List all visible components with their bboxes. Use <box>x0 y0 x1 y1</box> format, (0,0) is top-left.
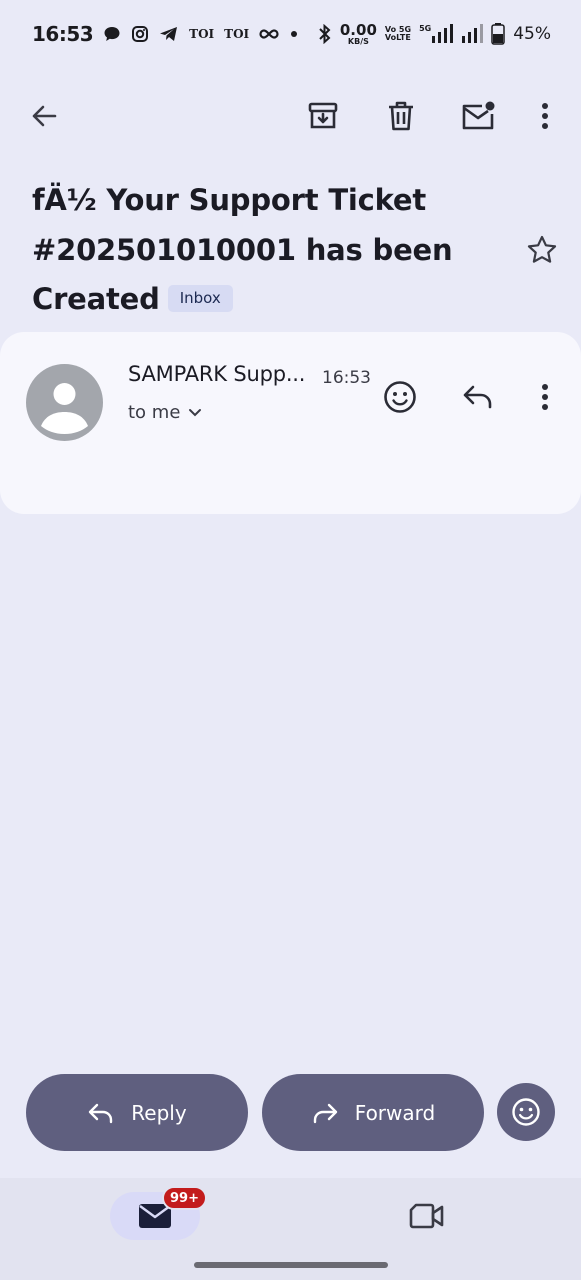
toi-icon: TOI <box>189 27 215 41</box>
star-button[interactable] <box>518 226 566 274</box>
battery-percent: 45% <box>513 24 551 44</box>
signal-5g-icon: 5G <box>419 24 454 44</box>
forward-icon <box>313 1103 337 1123</box>
mark-unread-button[interactable] <box>454 92 502 140</box>
email-toolbar <box>0 84 581 148</box>
star-icon <box>527 235 557 263</box>
nav-meet-tab[interactable] <box>400 1192 454 1240</box>
back-arrow-icon <box>32 105 57 127</box>
smiley-icon <box>512 1098 540 1126</box>
reply-icon <box>463 385 492 409</box>
emoji-reaction-button[interactable] <box>497 1083 555 1141</box>
mark-unread-icon <box>462 101 495 130</box>
subject-text: fÄ½ Your Support Ticket #202501010001 ha… <box>32 183 453 316</box>
more-options-button[interactable] <box>521 92 569 140</box>
smiley-icon <box>384 381 416 413</box>
more-vert-icon <box>542 384 548 410</box>
notification-dot-icon <box>289 29 299 39</box>
chevron-down-icon <box>189 408 202 416</box>
delete-icon <box>389 101 413 131</box>
reply-button[interactable] <box>455 374 501 420</box>
signal-icon <box>461 24 484 44</box>
sender-avatar[interactable] <box>26 364 103 441</box>
forward-label: Forward <box>354 1100 436 1125</box>
message-more-button[interactable] <box>522 374 568 420</box>
instagram-icon <box>131 25 149 43</box>
more-vert-icon <box>542 103 548 129</box>
network-speed: 0.00 KB/S <box>339 20 377 46</box>
reply-action-button[interactable]: Reply <box>26 1074 248 1151</box>
toi-icon: TOI <box>224 27 250 41</box>
battery-icon <box>491 23 505 45</box>
bottom-navigation: 99+ <box>0 1178 581 1280</box>
reply-icon <box>89 1103 113 1123</box>
delete-button[interactable] <box>377 92 425 140</box>
person-icon <box>41 383 88 434</box>
reply-label: Reply <box>131 1100 187 1125</box>
sender-name[interactable]: SAMPARK Supp... <box>128 362 305 386</box>
bluetooth-icon <box>318 24 332 44</box>
react-emoji-button[interactable] <box>377 374 423 420</box>
video-meet-icon <box>409 1203 444 1229</box>
archive-button[interactable] <box>299 92 347 140</box>
message-card[interactable]: SAMPARK Supp... 16:53 to me <box>0 332 581 514</box>
recipient-label: to me <box>128 402 181 423</box>
status-time: 16:53 <box>32 22 94 46</box>
volte-indicator: Vo 5G VoLTE <box>384 25 412 42</box>
message-time: 16:53 <box>322 368 371 388</box>
inbox-label-chip[interactable]: Inbox <box>167 284 233 312</box>
recipient-toggle[interactable]: to me <box>128 402 202 423</box>
unread-count-badge: 99+ <box>162 1186 207 1210</box>
back-button[interactable] <box>20 92 68 140</box>
infinity-icon <box>259 28 279 40</box>
telegram-icon <box>159 25 179 43</box>
home-indicator[interactable] <box>194 1262 388 1268</box>
status-bar: 16:53 TOI TOI 0.00 KB/S Vo 5G VoLTE 5G 4… <box>0 0 581 68</box>
chat-bubble-icon <box>103 25 121 43</box>
forward-action-button[interactable]: Forward <box>262 1074 484 1151</box>
email-subject: fÄ½ Your Support Ticket #202501010001 ha… <box>32 176 502 325</box>
archive-icon <box>308 102 338 129</box>
